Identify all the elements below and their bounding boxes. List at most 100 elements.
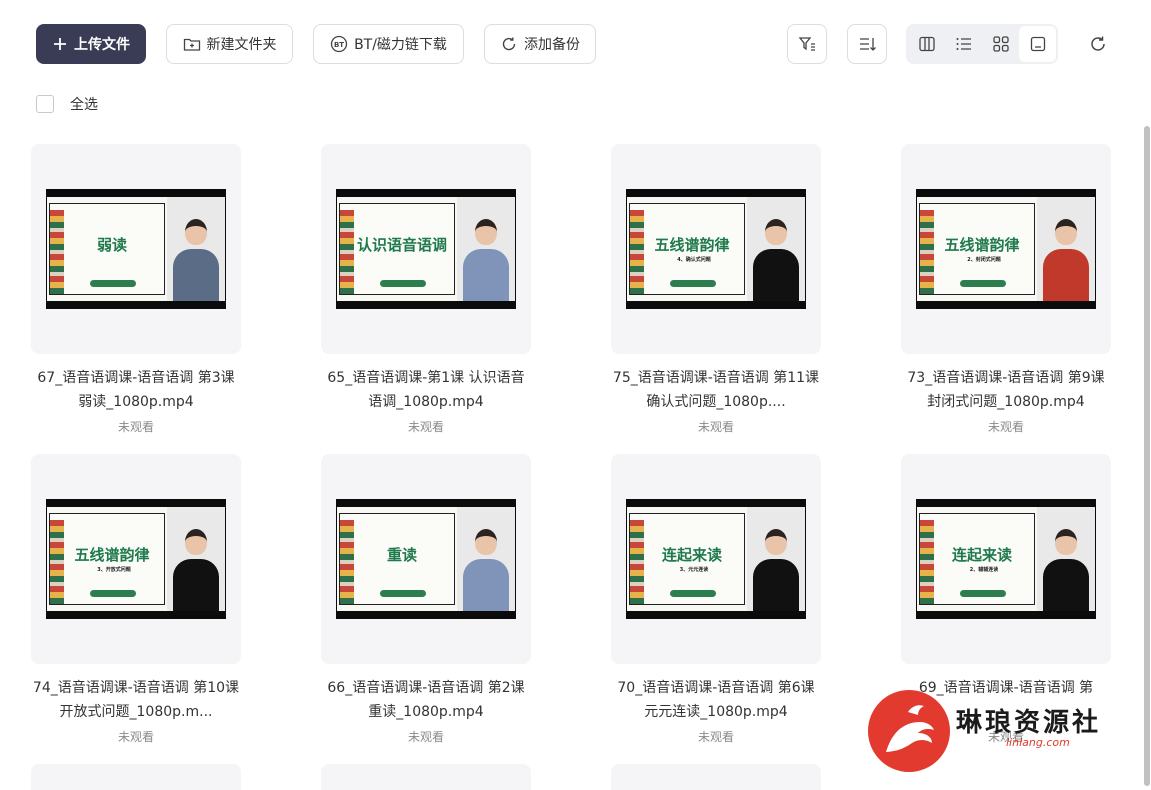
presenter-head — [185, 529, 207, 555]
books-decoration — [920, 520, 934, 604]
slide-title: 五线谱韵律 — [654, 236, 730, 254]
file-name[interactable]: 70_语音语调课-语音语调 第6课 元元连读_1080p.mp4 — [611, 676, 821, 724]
file-thumbnail[interactable]: 五线谱韵律 3、开放式问题 — [31, 454, 241, 664]
upload-label: 上传文件 — [74, 37, 130, 53]
new-folder-label: 新建文件夹 — [206, 37, 277, 53]
video-preview: 连起来读 2、辅辅连读 — [916, 499, 1096, 619]
file-name[interactable]: 73_语音语调课-语音语调 第9课 封闭式问题_1080p.mp4 — [901, 366, 1111, 414]
file-card-partial[interactable] — [321, 764, 531, 790]
presenter-image — [167, 197, 225, 301]
file-card-partial[interactable] — [611, 764, 821, 790]
file-card[interactable]: 认识语音语调 65_语音语调课-第1课 认识语音语调_1080p.mp4 未观看 — [321, 144, 531, 435]
video-preview: 五线谱韵律 2、封闭式问题 — [916, 189, 1096, 309]
file-card[interactable]: 连起来读 3、元元连读 70_语音语调课-语音语调 第6课 元元连读_1080p… — [611, 454, 821, 745]
slide-title: 连起来读 — [951, 546, 1012, 564]
slide-panel: 连起来读 3、元元连读 — [629, 513, 745, 605]
books-decoration — [340, 210, 354, 294]
slide-subtitle: 3、开放式问题 — [97, 567, 131, 573]
presenter-head — [765, 529, 787, 555]
watermark-logo-icon — [868, 690, 950, 772]
file-card[interactable]: 五线谱韵律 3、开放式问题 74_语音语调课-语音语调 第10课开放式问题_10… — [31, 454, 241, 745]
watermark-text: 琳琅资源社 — [956, 708, 1102, 738]
select-all-checkbox[interactable] — [36, 95, 54, 113]
presenter-image — [747, 197, 805, 301]
watch-status: 未观看 — [697, 420, 734, 434]
file-thumbnail[interactable]: 重读 — [321, 454, 531, 664]
slide-subtitle: 2、封闭式问题 — [967, 257, 1001, 263]
video-frame: 五线谱韵律 3、开放式问题 — [47, 507, 225, 611]
sort-button[interactable] — [847, 24, 887, 64]
slide-tag — [960, 590, 1006, 597]
watch-status: 未观看 — [407, 420, 444, 434]
file-thumbnail[interactable]: 认识语音语调 — [321, 144, 531, 354]
view-mode-group — [906, 24, 1058, 64]
video-frame: 连起来读 3、元元连读 — [627, 507, 805, 611]
slide-subtitle: 4、确认式问题 — [677, 257, 711, 263]
grid-icon — [992, 36, 1009, 52]
video-frame: 连起来读 2、辅辅连读 — [917, 507, 1095, 611]
presenter-head — [475, 219, 497, 245]
file-name[interactable]: 65_语音语调课-第1课 认识语音语调_1080p.mp4 — [321, 366, 531, 414]
view-column-option[interactable] — [908, 26, 945, 62]
slide-panel: 连起来读 2、辅辅连读 — [919, 513, 1035, 605]
view-list-option[interactable] — [945, 26, 982, 62]
slide-tag — [670, 590, 716, 597]
presenter-head — [1055, 529, 1077, 555]
file-name[interactable]: 74_语音语调课-语音语调 第10课开放式问题_1080p.m... — [31, 676, 241, 724]
view-large-option[interactable] — [1019, 26, 1056, 62]
large-thumbnail-icon — [1030, 36, 1045, 52]
bt-download-button[interactable]: BT BT/磁力链下载 — [313, 24, 464, 64]
file-thumbnail[interactable]: 弱读 — [31, 144, 241, 354]
file-thumbnail[interactable]: 五线谱韵律 4、确认式问题 — [611, 144, 821, 354]
refresh-button[interactable] — [1086, 32, 1110, 56]
slide-tag — [960, 280, 1006, 287]
presenter-body — [753, 559, 799, 611]
presenter-head — [185, 219, 207, 245]
slide-title: 弱读 — [96, 236, 127, 254]
file-card[interactable]: 五线谱韵律 4、确认式问题 75_语音语调课-语音语调 第11课 确认式问题_1… — [611, 144, 821, 435]
file-name[interactable]: 75_语音语调课-语音语调 第11课 确认式问题_1080p.... — [611, 366, 821, 414]
presenter-image — [747, 507, 805, 611]
plus-icon — [54, 38, 66, 50]
select-all[interactable]: 全选 — [36, 94, 98, 114]
video-preview: 五线谱韵律 3、开放式问题 — [46, 499, 226, 619]
filter-button[interactable] — [787, 24, 827, 64]
watch-status: 未观看 — [407, 730, 444, 744]
file-card[interactable]: 重读 66_语音语调课-语音语调 第2课 重读_1080p.mp4 未观看 — [321, 454, 531, 745]
scrollbar[interactable] — [1143, 0, 1151, 790]
new-folder-button[interactable]: 新建文件夹 — [166, 24, 293, 64]
video-preview: 认识语音语调 — [336, 189, 516, 309]
file-card-partial[interactable] — [31, 764, 241, 790]
presenter-body — [173, 559, 219, 611]
presenter-image — [457, 507, 515, 611]
presenter-image — [1037, 197, 1095, 301]
watch-status: 未观看 — [117, 420, 154, 434]
slide-panel: 五线谱韵律 2、封闭式问题 — [919, 203, 1035, 295]
video-frame: 重读 — [337, 507, 515, 611]
add-backup-button[interactable]: 添加备份 — [484, 24, 596, 64]
presenter-body — [753, 249, 799, 301]
file-thumbnail[interactable]: 连起来读 2、辅辅连读 — [901, 454, 1111, 664]
presenter-image — [1037, 507, 1095, 611]
upload-button[interactable]: 上传文件 — [36, 24, 146, 64]
video-frame: 认识语音语调 — [337, 197, 515, 301]
video-preview: 重读 — [336, 499, 516, 619]
slide-tag — [670, 280, 716, 287]
file-name[interactable]: 67_语音语调课-语音语调 第3课 弱读_1080p.mp4 — [31, 366, 241, 414]
file-card[interactable]: 弱读 67_语音语调课-语音语调 第3课 弱读_1080p.mp4 未观看 — [31, 144, 241, 435]
slide-title: 连起来读 — [661, 546, 722, 564]
presenter-body — [463, 249, 509, 301]
slide-panel: 认识语音语调 — [339, 203, 455, 295]
file-thumbnail[interactable]: 五线谱韵律 2、封闭式问题 — [901, 144, 1111, 354]
bt-download-label: BT/磁力链下载 — [354, 37, 447, 53]
books-decoration — [630, 210, 644, 294]
file-thumbnail[interactable]: 连起来读 3、元元连读 — [611, 454, 821, 664]
slide-title: 重读 — [386, 546, 417, 564]
view-grid-option[interactable] — [982, 26, 1019, 62]
slide-tag — [380, 280, 426, 287]
scrollbar-thumb[interactable] — [1144, 126, 1150, 786]
toolbar: 上传文件 新建文件夹 BT BT/磁力链下载 添加备份 — [36, 24, 1121, 64]
file-card[interactable]: 五线谱韵律 2、封闭式问题 73_语音语调课-语音语调 第9课 封闭式问题_10… — [901, 144, 1111, 435]
file-name[interactable]: 66_语音语调课-语音语调 第2课 重读_1080p.mp4 — [321, 676, 531, 724]
video-preview: 五线谱韵律 4、确认式问题 — [626, 189, 806, 309]
